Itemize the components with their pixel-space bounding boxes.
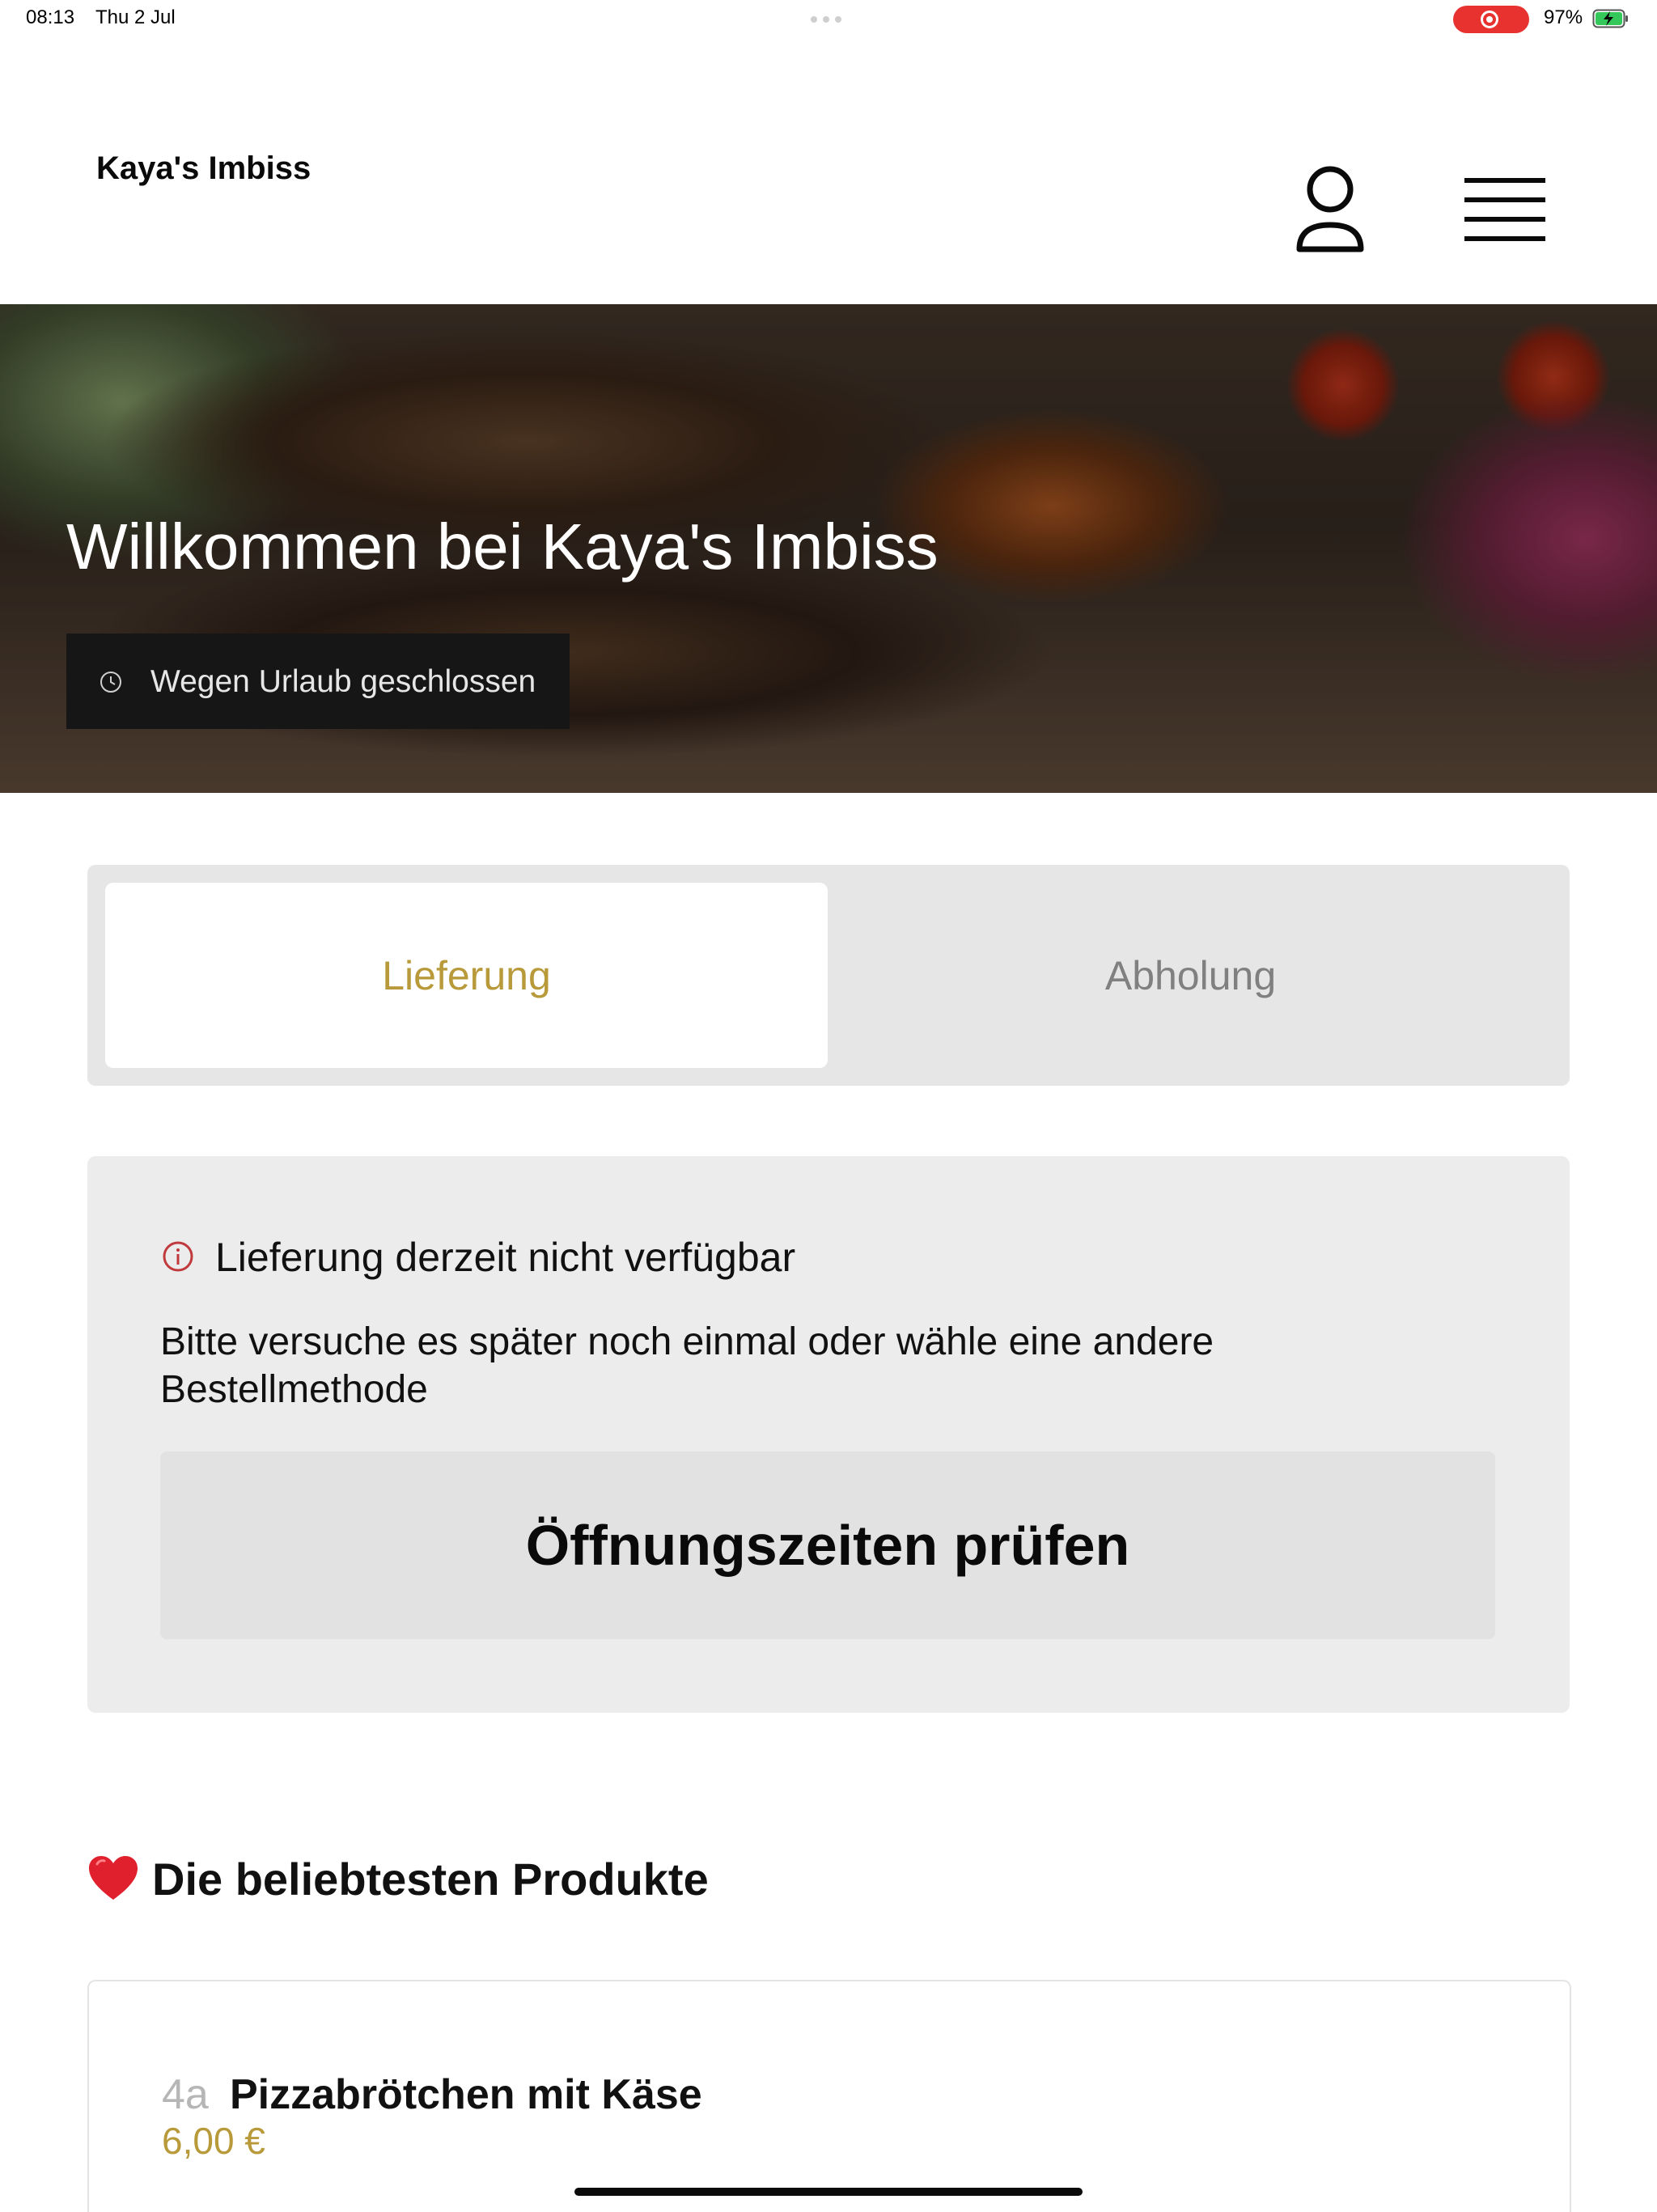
check-opening-hours-button[interactable]: Öffnungszeiten prüfen — [160, 1451, 1495, 1639]
home-indicator[interactable] — [574, 2188, 1083, 2196]
site-header: Kaya's Imbiss — [0, 39, 1657, 304]
hero-title: Willkommen bei Kaya's Imbiss — [66, 511, 939, 583]
hamburger-menu-icon[interactable] — [1464, 175, 1545, 244]
product-price: 6,00 € — [162, 2120, 265, 2162]
status-bar: 08:13 Thu 2 Jul 97% — [0, 0, 1657, 39]
clock-icon — [100, 672, 121, 693]
multitasking-dots-icon[interactable] — [811, 16, 846, 23]
status-time: 08:13 — [26, 6, 75, 28]
status-badge: Wegen Urlaub geschlossen — [66, 634, 570, 729]
info-icon — [163, 1241, 193, 1272]
brand-name[interactable]: Kaya's Imbiss — [96, 150, 311, 187]
tab-lieferung[interactable]: Lieferung — [105, 883, 828, 1068]
notice-text: Bitte versuche es später noch einmal ode… — [160, 1320, 1214, 1411]
product-number: 4a — [162, 2071, 209, 2118]
popular-products-heading: Die beliebtesten Produkte — [87, 1850, 709, 1908]
screen-recording-indicator[interactable] — [1453, 6, 1529, 33]
product-card[interactable]: 4a Pizzabrötchen mit Käse 6,00 € — [87, 1980, 1571, 2212]
order-method-tabs: Lieferung Abholung — [87, 865, 1570, 1086]
product-name: Pizzabrötchen mit Käse — [230, 2071, 702, 2118]
tab-abholung[interactable]: Abholung — [829, 883, 1552, 1068]
section-title: Die beliebtesten Produkte — [152, 1853, 709, 1905]
heart-icon — [89, 1856, 138, 1900]
status-badge-label: Wegen Urlaub geschlossen — [150, 664, 536, 699]
record-icon — [1481, 11, 1498, 28]
delivery-unavailable-notice: Lieferung derzeit nicht verfügbar Bitte … — [87, 1156, 1570, 1713]
user-icon[interactable] — [1293, 165, 1367, 256]
hero-banner: Willkommen bei Kaya's Imbiss Wegen Urlau… — [0, 304, 1657, 793]
battery-charging-icon — [1592, 9, 1628, 28]
battery-percent: 97% — [1544, 6, 1583, 28]
notice-title: Lieferung derzeit nicht verfügbar — [215, 1235, 796, 1280]
status-date: Thu 2 Jul — [95, 6, 176, 28]
